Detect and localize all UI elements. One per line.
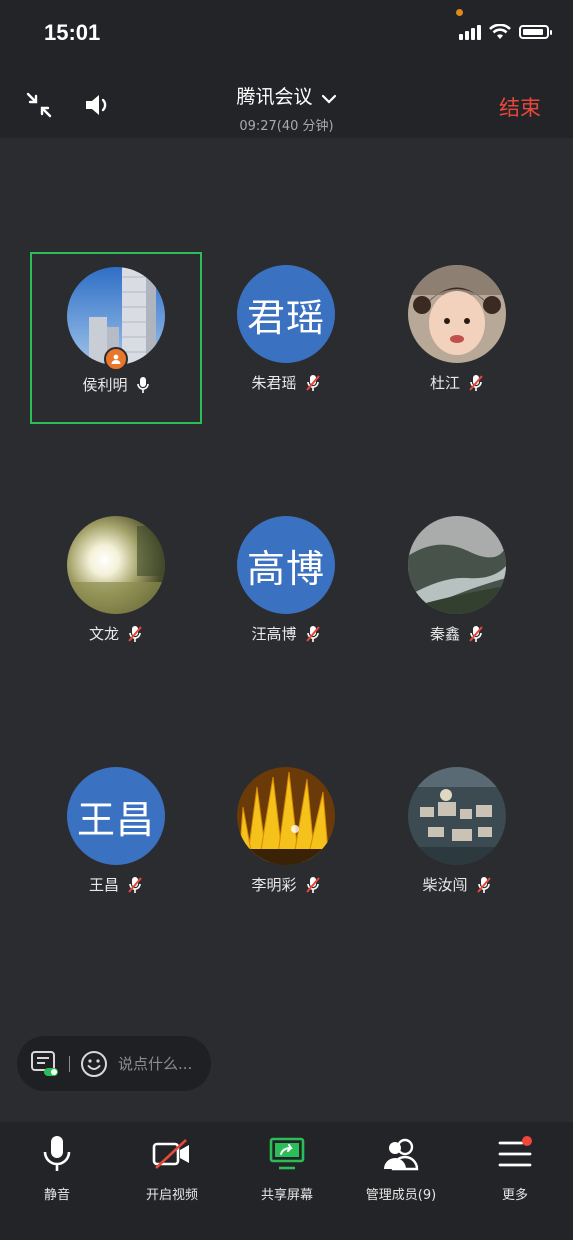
participant-name-row: 柴汝闯 xyxy=(371,874,543,895)
participant-name-row: 秦鑫 xyxy=(371,623,543,644)
bottom-toolbar: 静音 开启视频 共享屏幕 管理成员(9) 更多 xyxy=(0,1122,573,1240)
participant-name: 朱君瑶 xyxy=(251,374,297,392)
avatar xyxy=(237,767,335,865)
chevron-down-icon xyxy=(321,87,337,109)
chat-placeholder[interactable]: 说点什么... xyxy=(118,1053,192,1074)
emoji-icon[interactable] xyxy=(80,1050,108,1078)
battery-icon xyxy=(519,25,552,39)
avatar xyxy=(67,516,165,614)
more-label: 更多 xyxy=(501,1188,528,1203)
mic-on-icon xyxy=(136,376,149,393)
meeting-duration: 09:27(40 分钟) xyxy=(239,119,334,134)
start-video-button[interactable]: 开启视频 xyxy=(117,1134,227,1203)
participant-name-row: 朱君瑶 xyxy=(200,372,372,393)
members-icon xyxy=(384,1138,419,1171)
participant-name: 柴汝闯 xyxy=(422,876,468,894)
participant-tile[interactable]: 杜江 xyxy=(371,252,543,424)
mute-button[interactable]: 静音 xyxy=(2,1134,112,1203)
mic-muted-icon xyxy=(476,876,491,893)
avatar xyxy=(408,516,506,614)
meeting-title[interactable]: 腾讯会议 xyxy=(0,82,573,109)
start-video-label: 开启视频 xyxy=(145,1188,198,1203)
participant-tile[interactable]: 文龙 xyxy=(30,503,202,675)
divider xyxy=(69,1055,70,1072)
participant-name-row: 杜江 xyxy=(371,372,543,393)
mic-muted-icon xyxy=(305,625,320,642)
participant-name: 汪高博 xyxy=(251,625,297,643)
participant-name: 秦鑫 xyxy=(429,625,460,643)
participant-name: 侯利明 xyxy=(82,376,128,394)
avatar: 王昌 xyxy=(67,767,165,865)
participant-tile[interactable]: 秦鑫 xyxy=(371,503,543,675)
mic-muted-icon xyxy=(305,876,320,893)
privacy-indicator-dot xyxy=(456,9,463,16)
avatar: 君瑶 xyxy=(237,265,335,363)
mic-muted-icon xyxy=(469,374,483,391)
participant-name-row: 王昌 xyxy=(30,874,202,895)
avatar xyxy=(408,265,506,363)
participant-name: 杜江 xyxy=(429,374,460,392)
mic-muted-icon xyxy=(305,374,320,391)
avatar: 高博 xyxy=(237,516,335,614)
end-meeting-button[interactable]: 结束 xyxy=(499,92,541,122)
meeting-title-area[interactable]: 腾讯会议 09:27(40 分钟) xyxy=(0,82,573,134)
participant-name: 李明彩 xyxy=(251,876,297,894)
manage-members-label: 管理成员(9) xyxy=(365,1188,437,1203)
mic-muted-icon xyxy=(128,876,142,893)
participant-name-row: 李明彩 xyxy=(200,874,372,895)
participant-tile[interactable]: 王昌 王昌 xyxy=(30,754,202,926)
avatar xyxy=(408,767,506,865)
participant-name-row: 文龙 xyxy=(30,623,202,644)
status-icons xyxy=(459,24,552,40)
share-screen-icon xyxy=(269,1137,305,1170)
participant-name: 文龙 xyxy=(88,625,119,643)
participant-tile[interactable]: 高博 汪高博 xyxy=(200,503,372,675)
status-time: 15:01 xyxy=(44,20,101,45)
chat-input-bar[interactable]: 说点什么... xyxy=(17,1036,211,1091)
microphone-icon xyxy=(43,1136,71,1171)
participant-tile[interactable]: 柴汝闯 xyxy=(371,754,543,926)
participant-tile[interactable]: 侯利明 xyxy=(30,252,202,424)
manage-members-button[interactable]: 管理成员(9) xyxy=(346,1134,456,1203)
participant-tile[interactable]: 李明彩 xyxy=(200,754,372,926)
video-off-icon xyxy=(152,1139,189,1169)
notification-dot xyxy=(522,1136,532,1146)
mic-muted-icon xyxy=(128,625,142,642)
more-button[interactable]: 更多 xyxy=(460,1134,570,1203)
participant-name-row: 侯利明 xyxy=(32,374,200,395)
host-badge-icon xyxy=(104,347,128,371)
chat-toggle-icon[interactable] xyxy=(31,1050,59,1077)
mute-label: 静音 xyxy=(43,1188,70,1203)
participant-name-row: 汪高博 xyxy=(200,623,372,644)
mic-muted-icon xyxy=(469,625,483,642)
meeting-title-text: 腾讯会议 xyxy=(236,86,313,108)
cellular-signal-icon xyxy=(459,24,481,40)
share-screen-button[interactable]: 共享屏幕 xyxy=(232,1134,342,1203)
wifi-icon xyxy=(489,24,511,39)
participant-name: 王昌 xyxy=(88,876,119,894)
share-screen-label: 共享屏幕 xyxy=(260,1188,313,1203)
top-bar: 15:01 腾讯会议 09:27(40 分钟) 结束 xyxy=(0,0,573,138)
participant-tile[interactable]: 君瑶 朱君瑶 xyxy=(200,252,372,424)
